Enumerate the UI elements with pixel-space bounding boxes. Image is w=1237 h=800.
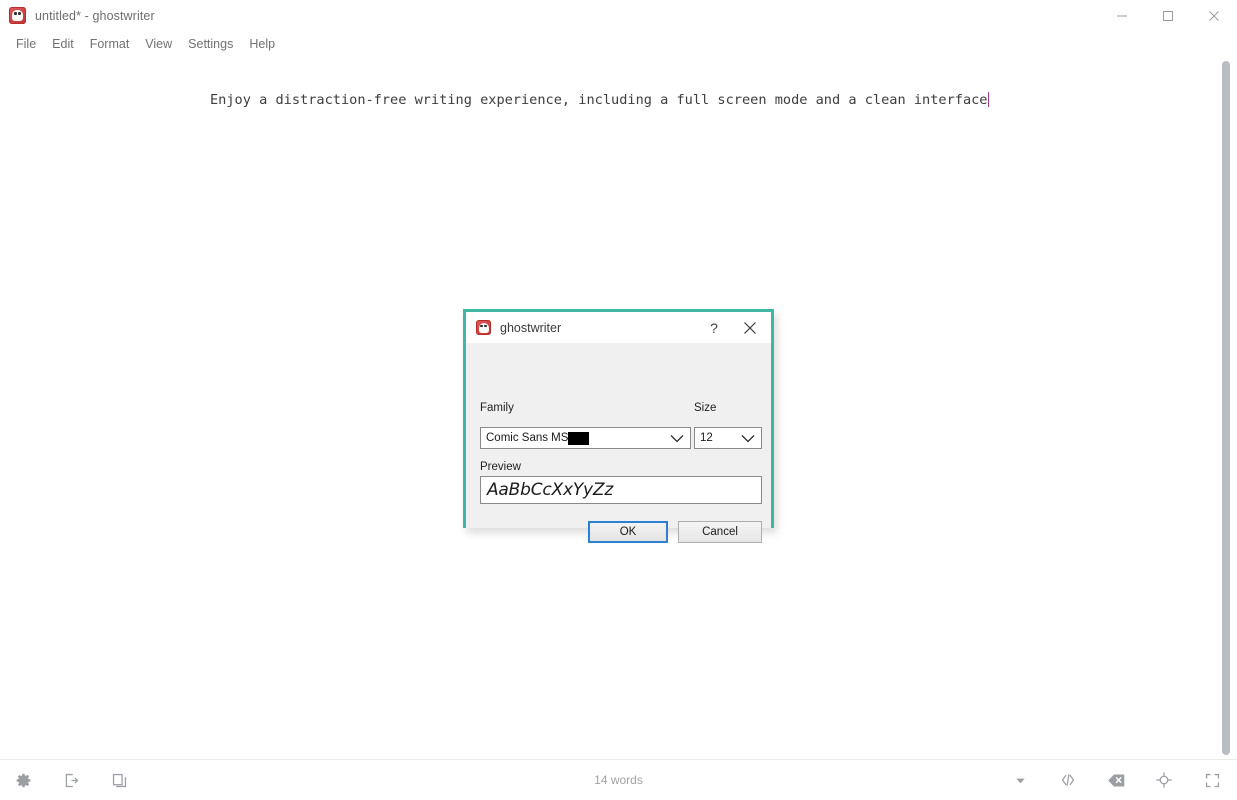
menu-item-view[interactable]: View [137,34,180,55]
menu-item-settings[interactable]: Settings [180,34,241,55]
ghost-icon [476,320,491,335]
minimize-icon[interactable] [1099,0,1145,31]
ok-button[interactable]: OK [588,521,668,543]
size-label: Size [694,402,717,414]
ghost-icon [9,7,26,24]
menu-item-format[interactable]: Format [82,34,138,55]
window-controls [1099,0,1237,31]
chevron-down-icon[interactable] [741,428,755,448]
scrollbar-thumb[interactable] [1222,61,1230,755]
gear-icon[interactable] [10,767,36,793]
text-caret [987,92,990,107]
focus-target-icon[interactable] [1151,767,1177,793]
window-titlebar: untitled* - ghostwriter [0,0,1237,31]
menu-item-help[interactable]: Help [241,34,283,55]
vertical-scrollbar[interactable] [1215,57,1237,759]
backspace-icon[interactable] [1103,767,1129,793]
menu-item-file[interactable]: File [8,34,44,55]
close-icon[interactable] [1191,0,1237,31]
chevron-down-icon[interactable] [670,428,684,448]
font-preview-box: AaBbCcXxYyZz [480,476,762,504]
cancel-button[interactable]: Cancel [678,521,762,543]
family-label: Family [480,402,514,414]
window-title: untitled* - ghostwriter [35,8,155,23]
chevron-down-icon[interactable] [1007,767,1033,793]
maximize-icon[interactable] [1145,0,1191,31]
text-selection-block [568,431,590,445]
statusbar-left-group [0,767,132,793]
copy-icon[interactable] [106,767,132,793]
font-dialog-title: ghostwriter [500,320,562,335]
font-dialog: ghostwriter ? Family Size Comic Sans MS … [463,309,774,543]
code-icon[interactable] [1055,767,1081,793]
font-dialog-titlebar: ghostwriter ? [466,312,771,343]
font-size-combobox[interactable]: 12 [694,427,762,449]
statusbar: 14 words [0,759,1237,800]
font-size-value: 12 [700,432,713,444]
preview-label: Preview [480,461,521,473]
fullscreen-icon[interactable] [1199,767,1225,793]
statusbar-right-group [1007,767,1225,793]
font-dialog-body: Family Size Comic Sans MS 12 Preview AaB… [466,343,771,543]
ghostwriter-window: untitled* - ghostwriter File Edit Format… [0,0,1237,800]
menubar: File Edit Format View Settings Help [0,31,1237,57]
document-text-content: Enjoy a distraction-free writing experie… [210,92,988,108]
font-family-value: Comic Sans MS [486,432,569,444]
document-text[interactable]: Enjoy a distraction-free writing experie… [210,90,1000,111]
font-family-combobox[interactable]: Comic Sans MS [480,427,691,449]
font-preview-text: AaBbCcXxYyZz [487,480,614,500]
help-icon[interactable]: ? [699,312,729,343]
close-icon[interactable] [735,312,765,343]
menu-item-edit[interactable]: Edit [44,34,82,55]
export-icon[interactable] [58,767,84,793]
